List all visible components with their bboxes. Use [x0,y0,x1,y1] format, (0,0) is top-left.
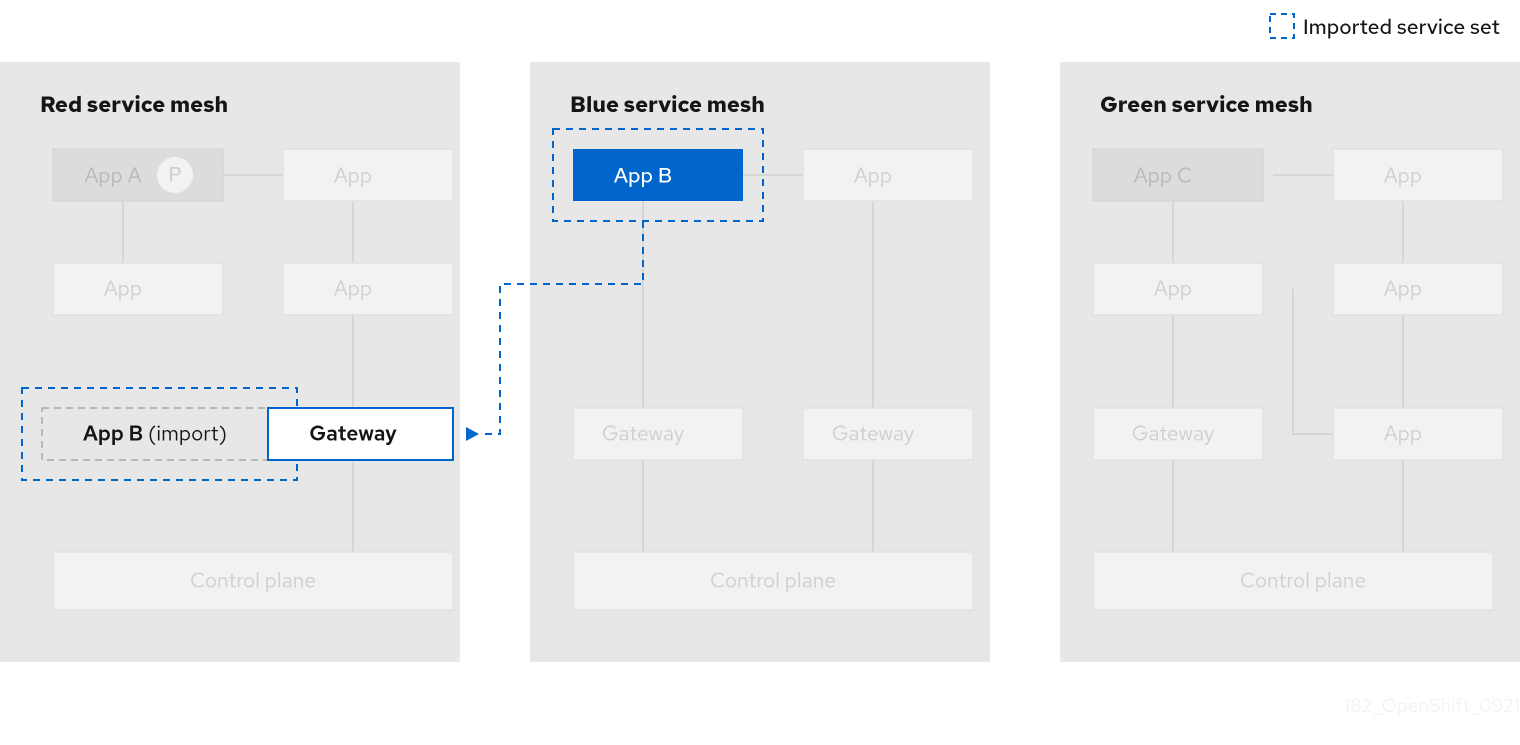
app-b-label: App B [614,163,673,190]
import-suffix: (import) [148,421,227,448]
green-app-br-label: App [1384,421,1422,448]
arrowhead-icon [466,427,479,441]
footer-id: 182_OpenShift_0921 [1344,693,1520,718]
app-tr-label: App [334,163,372,190]
red-control-label: Control plane [190,568,316,595]
app-a-label: App A [84,163,141,190]
legend-swatch [1270,14,1294,38]
green-title: Green service mesh [1100,90,1313,119]
blue-title: Blue service mesh [570,90,765,119]
green-app-ml-label: App [1154,276,1192,303]
app-c-label: App C [1134,163,1193,190]
app-bl-label: App [104,276,142,303]
green-control-label: Control plane [1240,568,1366,595]
app-b-name: App B [83,421,143,448]
red-gateway-label: Gateway [309,421,397,448]
blue-gw-r-label: Gateway [832,421,915,448]
blue-gw-l-label: Gateway [602,421,685,448]
red-title: Red service mesh [40,90,228,119]
blue-app-tr-label: App [854,163,892,190]
green-app-mr-label: App [1384,276,1422,303]
green-app-tr-label: App [1384,163,1422,190]
app-b-import-label: App B (import) [83,421,227,448]
producer-badge: P [157,157,193,193]
legend-label: Imported service set [1303,14,1500,41]
blue-control-label: Control plane [710,568,836,595]
producer-badge-text: P [168,162,181,188]
app-br-label: App [334,276,372,303]
green-gw-label: Gateway [1132,421,1215,448]
